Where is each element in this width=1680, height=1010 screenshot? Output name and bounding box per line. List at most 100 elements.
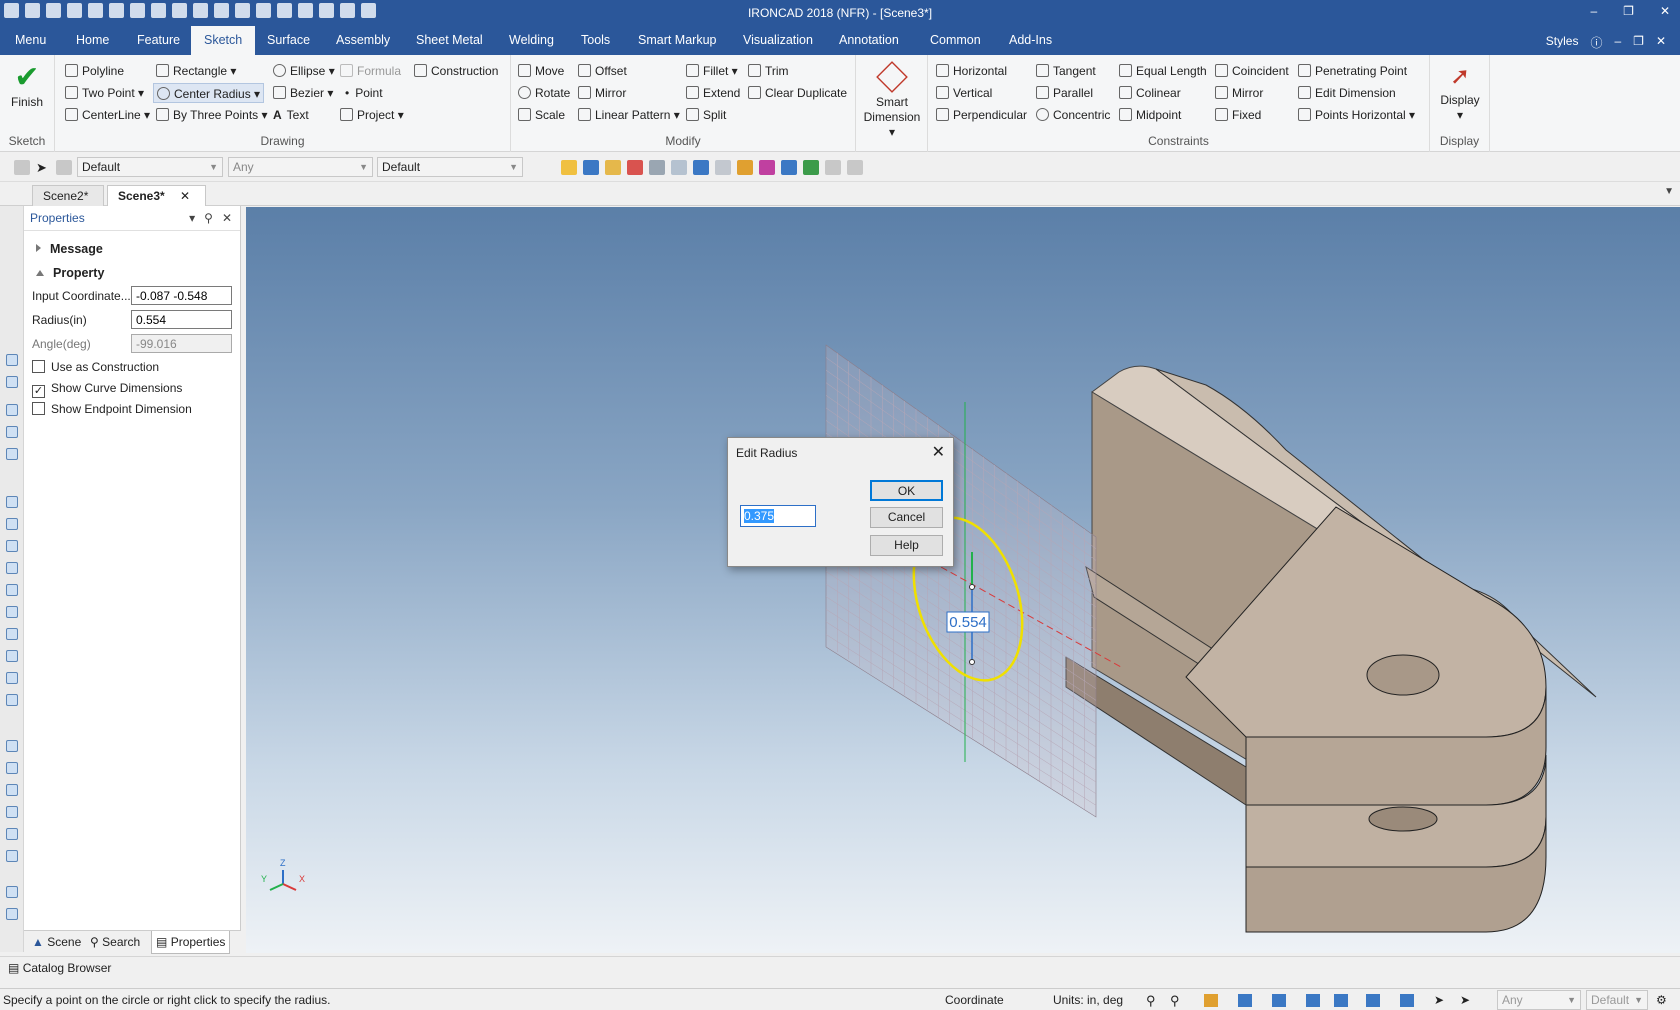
tab-assembly[interactable]: Assembly <box>323 26 403 55</box>
concentric-button[interactable]: Concentric <box>1036 105 1110 125</box>
bumps-icon[interactable] <box>737 160 753 175</box>
input-coordinate-field[interactable] <box>131 286 232 305</box>
finish-button[interactable]: ✔ Finish <box>6 61 48 110</box>
strip-tool-3-icon[interactable] <box>6 404 18 416</box>
grid-icon[interactable] <box>693 160 709 175</box>
strip-torus-icon[interactable] <box>6 606 18 618</box>
tab-properties[interactable]: ▤ Properties <box>151 931 231 954</box>
tab-scene3[interactable]: Scene3* ✕ <box>107 185 206 206</box>
cursor-icon[interactable]: ➤ <box>36 160 52 175</box>
strip-zoom-icon[interactable] <box>6 850 18 862</box>
tab-surface[interactable]: Surface <box>254 26 323 55</box>
view-orientation-icon[interactable] <box>1400 994 1414 1007</box>
fillet-button[interactable]: Fillet ▾ <box>686 61 738 81</box>
vertical-button[interactable]: Vertical <box>936 83 992 103</box>
render-mode-icon[interactable] <box>1204 994 1218 1007</box>
strip-tool-2-icon[interactable] <box>6 376 18 388</box>
scale-button[interactable]: Scale <box>518 105 565 125</box>
show-curve-dimensions-checkbox[interactable]: ✓ Show Curve Dimensions <box>32 381 182 398</box>
tab-scene-browser[interactable]: ▲ Scene <box>28 931 85 954</box>
midpoint-button[interactable]: Midpoint <box>1119 105 1181 125</box>
ok-button[interactable]: OK <box>870 480 943 501</box>
ribbon-restore-icon[interactable]: ❐ <box>1633 34 1644 51</box>
construction-button[interactable]: Construction <box>414 61 498 81</box>
more-tools-icon[interactable] <box>847 160 863 175</box>
message-section[interactable]: Message <box>36 242 103 256</box>
formula-button[interactable]: Formula <box>340 61 401 81</box>
smart-dimension-button[interactable]: Smart Dimension ▾ <box>860 61 924 140</box>
strip-cylinder-icon[interactable] <box>6 518 18 530</box>
help-button[interactable]: Help <box>870 535 943 556</box>
strip-dimension-icon[interactable] <box>6 806 18 818</box>
texture-icon[interactable] <box>715 160 731 175</box>
palette-icon[interactable] <box>759 160 775 175</box>
display-button[interactable]: ➚ Display ▾ <box>1434 61 1486 123</box>
tab-search[interactable]: ⚲ Search <box>86 931 144 954</box>
edit-dimension-button[interactable]: Edit Dimension <box>1298 83 1396 103</box>
strip-tool-1-icon[interactable] <box>6 354 18 366</box>
strip-blend-icon[interactable] <box>6 672 18 684</box>
tab-visualization[interactable]: Visualization <box>730 26 826 55</box>
catalog-browser-toggle[interactable]: ▤ Catalog Browser <box>8 961 111 975</box>
colinear-button[interactable]: Colinear <box>1119 83 1181 103</box>
select-mode-icon[interactable] <box>56 160 72 175</box>
tab-sheet-metal[interactable]: Sheet Metal <box>403 26 496 55</box>
show-endpoint-dimension-checkbox[interactable]: Show Endpoint Dimension <box>32 402 192 416</box>
help-icon[interactable]: ⓘ <box>1590 34 1602 51</box>
dialog-close-icon[interactable]: ✕ <box>932 442 945 462</box>
sphere-icon[interactable] <box>671 160 687 175</box>
tab-welding[interactable]: Welding <box>496 26 567 55</box>
zoom-window-icon[interactable]: ⚲ <box>1170 993 1180 1009</box>
tab-common[interactable]: Common <box>917 26 994 55</box>
filter-icon[interactable] <box>14 160 30 175</box>
polyline-button[interactable]: Polyline <box>65 61 124 81</box>
strip-chamfer-icon[interactable] <box>6 694 18 706</box>
pin-icon[interactable]: ⚲ <box>204 206 213 231</box>
tab-annotation[interactable]: Annotation <box>826 26 912 55</box>
extend-button[interactable]: Extend <box>686 83 740 103</box>
restore-button[interactable]: ❐ <box>1623 4 1634 18</box>
tab-add-ins[interactable]: Add-Ins <box>996 26 1065 55</box>
3d-viewport[interactable]: 0.554 Z X Y <box>246 207 1680 953</box>
decal-icon[interactable] <box>781 160 797 175</box>
view-cube-icon[interactable] <box>1238 994 1252 1007</box>
light-icon[interactable] <box>1272 994 1286 1007</box>
bezier-button[interactable]: Bezier ▾ <box>273 83 333 103</box>
tab-menu[interactable]: Menu <box>2 26 59 55</box>
radius-point[interactable] <box>969 659 975 665</box>
strip-rotate-view-icon[interactable] <box>6 828 18 840</box>
tab-smart-markup[interactable]: Smart Markup <box>625 26 730 55</box>
mirror-button[interactable]: Mirror <box>578 83 626 103</box>
close-window-button[interactable]: ✕ <box>1660 4 1670 18</box>
coincident-button[interactable]: Coincident <box>1215 61 1289 81</box>
strip-render-icon[interactable] <box>6 784 18 796</box>
catalog-save-icon[interactable] <box>649 160 665 175</box>
tabs-dropdown-icon[interactable]: ▼ <box>1664 186 1674 197</box>
offset-button[interactable]: Offset <box>578 61 627 81</box>
trim-button[interactable]: Trim <box>748 61 789 81</box>
status-style-combo[interactable]: Default ▼ <box>1586 990 1648 1010</box>
tab-feature[interactable]: Feature <box>124 26 193 55</box>
penetrating-point-button[interactable]: Penetrating Point <box>1298 61 1407 81</box>
panel-close-icon[interactable]: ✕ <box>222 206 232 231</box>
styles-menu[interactable]: Styles <box>1546 34 1579 51</box>
catalog-open-icon[interactable] <box>627 160 643 175</box>
rotate-button[interactable]: Rotate <box>518 83 570 103</box>
use-as-construction-checkbox[interactable]: Use as Construction <box>32 360 159 374</box>
tab-home[interactable]: Home <box>63 26 122 55</box>
display-mode-icon[interactable] <box>1334 994 1348 1007</box>
status-settings-icon[interactable]: ⚙ <box>1656 993 1667 1007</box>
fixed-button[interactable]: Fixed <box>1215 105 1261 125</box>
pointer-icon[interactable]: ➤ <box>1460 993 1470 1007</box>
tab-tools[interactable]: Tools <box>568 26 623 55</box>
strip-bar-icon[interactable] <box>6 908 18 920</box>
point-button[interactable]: • Point <box>345 83 383 103</box>
strip-cone-icon[interactable] <box>6 540 18 552</box>
horizontal-button[interactable]: Horizontal <box>936 61 1007 81</box>
catalog-icon[interactable] <box>605 160 621 175</box>
panel-dropdown-icon[interactable]: ▾ <box>189 206 195 231</box>
strip-measure-icon[interactable] <box>6 740 18 752</box>
close-tab-icon[interactable]: ✕ <box>180 189 190 203</box>
minimize-button[interactable]: – <box>1590 4 1597 18</box>
text-button[interactable]: A Text <box>273 105 309 125</box>
